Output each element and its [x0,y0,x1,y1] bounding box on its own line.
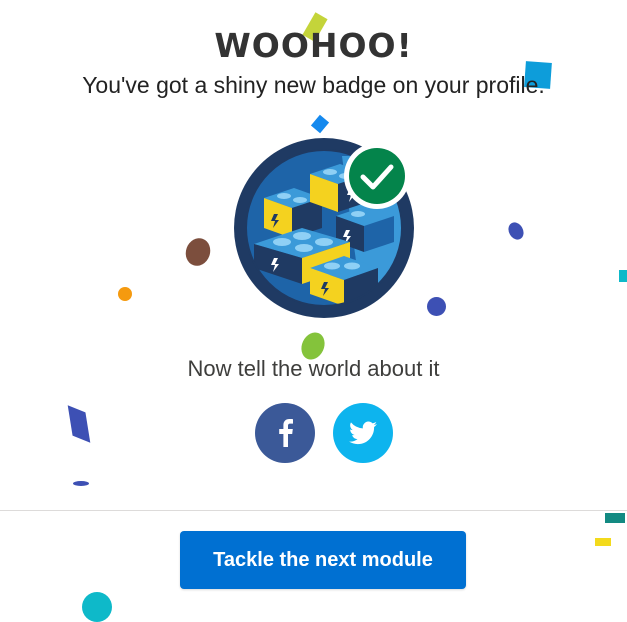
confetti-piece [605,513,625,523]
confetti-piece [427,297,446,316]
confetti-piece [181,234,215,270]
confetti-piece [67,405,91,443]
modal-subtitle: You've got a shiny new badge on your pro… [82,72,545,98]
confetti-piece [595,538,611,546]
facebook-icon [279,419,293,447]
confetti-piece [118,287,132,301]
facebook-share-button[interactable] [255,403,315,463]
twitter-icon [349,421,377,445]
share-prompt: Now tell the world about it [187,356,440,381]
confetti-piece [505,219,527,243]
twitter-share-button[interactable] [333,403,393,463]
confetti-piece [310,114,330,134]
confetti-piece [73,481,89,486]
tackle-next-module-button[interactable]: Tackle the next module [180,531,466,589]
footer-divider [0,510,627,511]
confetti-piece [82,592,112,622]
badge-icon [232,136,416,320]
modal-title: WOOHOO! [214,26,413,65]
confetti-piece [619,270,627,282]
